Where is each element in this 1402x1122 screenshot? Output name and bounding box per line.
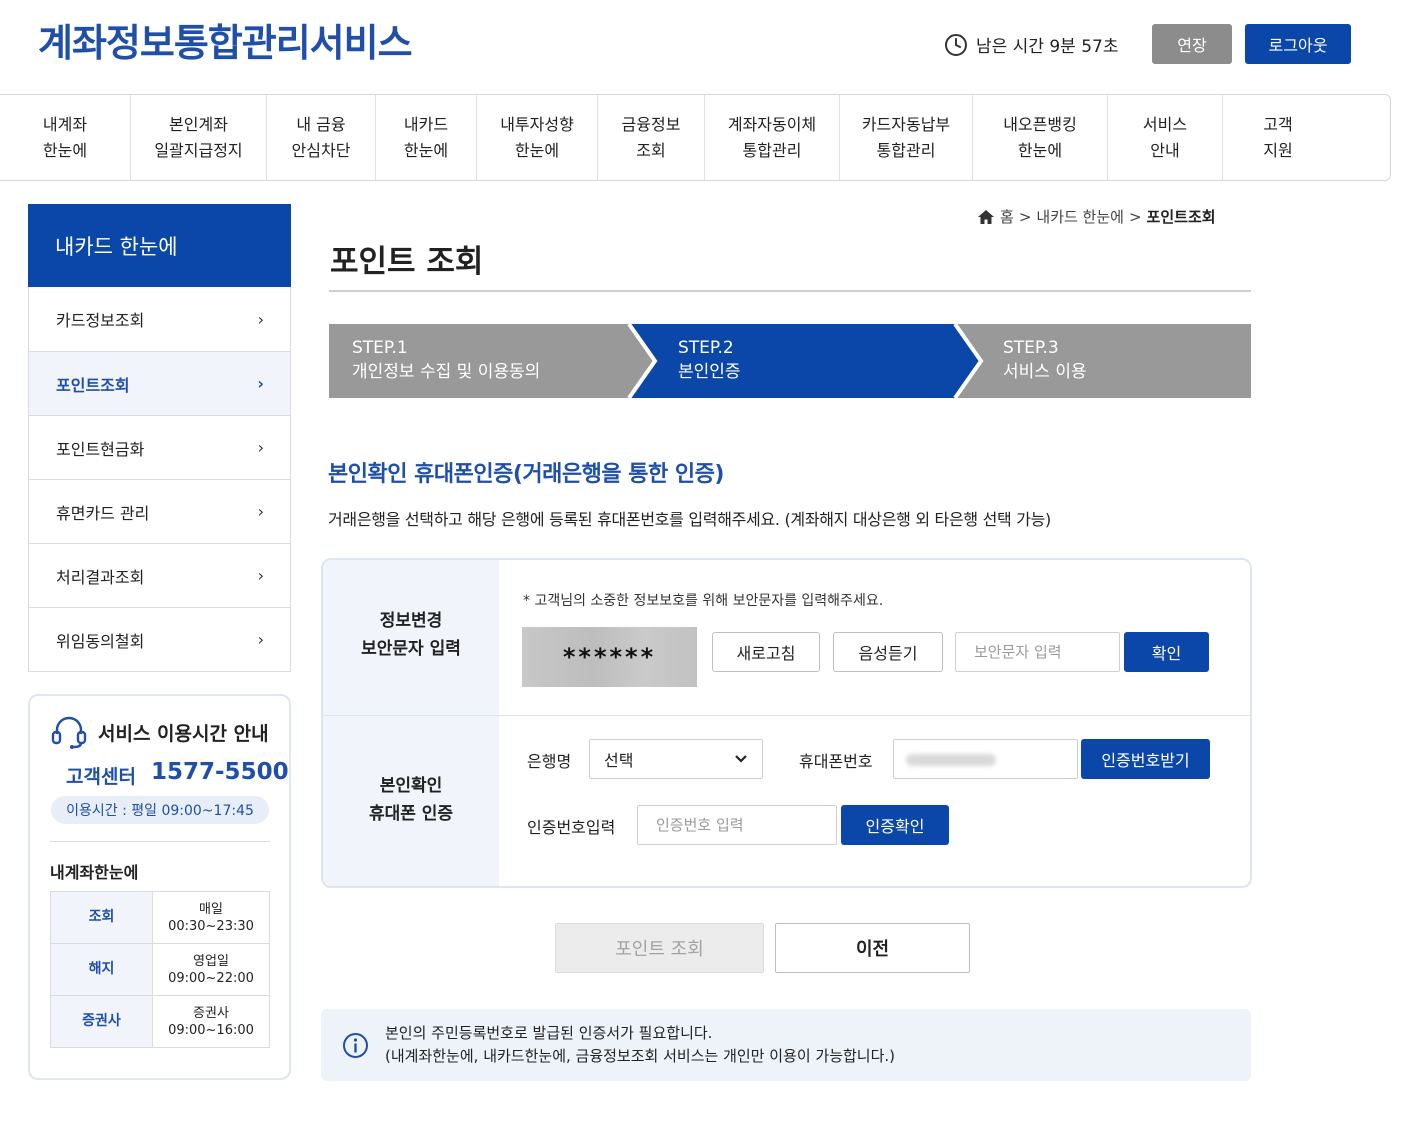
session-timer: 남은 시간 9분 57초: [944, 32, 1119, 57]
chevron-down-icon: [735, 755, 747, 763]
chevron-right-icon: ›: [257, 374, 264, 393]
certificate-notice: 본인의 주민등록번호로 발급된 인증서가 필요합니다. (내계좌한눈에, 내카드…: [321, 1009, 1251, 1081]
hours-value: 영업일 09:00~22:00: [152, 943, 270, 996]
points-inquiry-button[interactable]: 포인트 조회: [555, 923, 764, 973]
extend-session-button[interactable]: 연장: [1152, 24, 1232, 64]
chevron-right-icon: ›: [257, 566, 264, 585]
nav-item-investment-profile[interactable]: 내투자성향 한눈에: [477, 95, 598, 180]
home-icon[interactable]: [977, 209, 995, 225]
nav-item-finance-block[interactable]: 내 금융 안심차단: [267, 95, 376, 180]
hours-key: 조회: [50, 891, 153, 944]
masked-phone: [906, 754, 996, 766]
captcha-input[interactable]: [955, 632, 1120, 672]
info-icon: [343, 1033, 368, 1058]
page-title: 포인트 조회: [330, 244, 484, 280]
breadcrumb-current: 포인트조회: [1146, 208, 1216, 226]
code-label: 인증번호입력: [527, 818, 616, 837]
call-center-number[interactable]: 1577-5500: [151, 759, 289, 785]
nav-item-open-banking[interactable]: 내오픈뱅킹 한눈에: [973, 95, 1108, 180]
captcha-audio-button[interactable]: 음성듣기: [833, 632, 943, 672]
sidebar-item-label: 포인트조회: [56, 375, 130, 395]
chevron-right-icon: ›: [257, 309, 264, 329]
nav-item-my-accounts[interactable]: 내계좌 한눈에: [0, 95, 131, 180]
sidebar-item-dormant-cards[interactable]: 휴면카드 관리 ›: [29, 479, 290, 543]
sidebar-item-label: 처리결과조회: [56, 567, 145, 587]
sidebar-item-points[interactable]: 포인트조회 ›: [29, 351, 290, 415]
nav-item-service-guide[interactable]: 서비스 안내: [1108, 95, 1223, 180]
step-indicator: STEP.1 개인정보 수집 및 이용동의 STEP.2 본인인증 STEP.3…: [329, 324, 1251, 398]
phone-input[interactable]: [893, 739, 1078, 779]
section-description: 거래은행을 선택하고 해당 은행에 등록된 휴대폰번호를 입력해주세요. (계좌…: [328, 510, 1052, 529]
call-center-label: 고객센터: [66, 766, 136, 788]
sidebar-item-consent-withdraw[interactable]: 위임동의철회 ›: [29, 607, 290, 671]
hours-subtitle: 내계좌한눈에: [50, 863, 139, 882]
sidebar-item-label: 포인트현금화: [56, 439, 145, 459]
step-3-shape: [955, 324, 1251, 398]
sidebar-title: 내카드 한눈에: [28, 204, 291, 287]
notice-text: 본인의 주민등록번호로 발급된 인증서가 필요합니다. (내계좌한눈에, 내카드…: [385, 1024, 896, 1065]
verification-form: 정보변경 보안문자 입력 * 고객님의 소중한 정보보호를 위해 보안문자를 입…: [321, 558, 1252, 888]
table-row: 해지 영업일 09:00~22:00: [50, 943, 270, 996]
breadcrumb-separator: >: [1018, 207, 1032, 226]
captcha-row-label: 정보변경 보안문자 입력: [361, 611, 461, 659]
step-1: STEP.1 개인정보 수집 및 이용동의: [352, 338, 541, 382]
nav-item-account-suspend[interactable]: 본인계좌 일괄지급정지: [131, 95, 267, 180]
breadcrumb-home[interactable]: 홈: [1000, 206, 1014, 227]
captcha-notice: * 고객님의 소중한 정보보호를 위해 보안문자를 입력해주세요.: [523, 593, 884, 609]
code-input[interactable]: [637, 805, 837, 845]
table-row: 조회 매일 00:30~23:30: [50, 891, 270, 944]
hours-value: 증권사 09:00~16:00: [152, 995, 270, 1048]
breadcrumb: 홈 > 내카드 한눈에 > 포인트조회: [977, 206, 1216, 227]
sidebar-item-label: 카드정보조회: [56, 311, 145, 330]
clock-icon: [945, 33, 967, 56]
service-hours-pill: 이용시간 : 평일 09:00~17:45: [51, 796, 269, 824]
service-hours-box: 서비스 이용시간 안내 고객센터 1577-5500 이용시간 : 평일 09:…: [28, 694, 291, 1080]
nav-item-auto-transfer[interactable]: 계좌자동이체 통합관리: [705, 95, 840, 180]
nav-item-my-cards[interactable]: 내카드 한눈에: [376, 95, 477, 180]
timer-text: 남은 시간 9분 57초: [976, 37, 1119, 57]
chevron-right-icon: ›: [257, 438, 264, 457]
top-navigation: 내계좌 한눈에 본인계좌 일괄지급정지 내 금융 안심차단 내카드 한눈에 내투…: [0, 94, 1391, 181]
sidebar-item-points-cash[interactable]: 포인트현금화 ›: [29, 415, 290, 479]
site-logo[interactable]: 계좌정보통합관리서비스: [38, 12, 413, 67]
chevron-right-icon: ›: [257, 630, 264, 649]
breadcrumb-separator: >: [1128, 207, 1142, 226]
divider: [50, 841, 270, 842]
captcha-image: ******: [522, 627, 697, 687]
hours-key: 해지: [50, 943, 153, 996]
bank-label: 은행명: [527, 752, 572, 771]
chevron-right-icon: ›: [257, 502, 264, 521]
request-code-button[interactable]: 인증번호받기: [1081, 739, 1210, 779]
bank-select[interactable]: 선택: [589, 739, 763, 779]
captcha-confirm-button[interactable]: 확인: [1124, 632, 1209, 672]
sidebar-item-card-info[interactable]: 카드정보조회 ›: [29, 287, 290, 351]
hours-table: 조회 매일 00:30~23:30 해지 영업일 09:00~22:00 증권사…: [50, 891, 270, 1048]
sidebar-item-label: 위임동의철회: [56, 631, 145, 651]
headset-icon: [51, 716, 87, 749]
step-3: STEP.3 서비스 이용: [1003, 338, 1087, 382]
sidebar-menu: 카드정보조회 › 포인트조회 › 포인트현금화 › 휴면카드 관리 › 처리결과…: [28, 287, 291, 672]
captcha-refresh-button[interactable]: 새로고침: [712, 632, 820, 672]
sidebar-item-label: 휴면카드 관리: [56, 503, 150, 523]
section-title: 본인확인 휴대폰인증(거래은행을 통한 인증): [328, 462, 724, 487]
phone-label: 휴대폰번호: [799, 752, 873, 771]
row-divider: [323, 715, 1250, 716]
nav-item-card-auto-pay[interactable]: 카드자동납부 통합관리: [840, 95, 973, 180]
breadcrumb-parent[interactable]: 내카드 한눈에: [1036, 206, 1124, 227]
auth-row-label: 본인확인 휴대폰 인증: [368, 776, 454, 824]
hours-value: 매일 00:30~23:30: [152, 891, 270, 944]
step-2: STEP.2 본인인증: [678, 338, 741, 382]
nav-item-finance-info[interactable]: 금융정보 조회: [598, 95, 705, 180]
logout-button[interactable]: 로그아웃: [1245, 24, 1351, 64]
verify-code-button[interactable]: 인증확인: [841, 805, 949, 845]
nav-item-customer-support[interactable]: 고객 지원: [1223, 95, 1333, 180]
sidebar-item-results[interactable]: 처리결과조회 ›: [29, 543, 290, 607]
title-divider: [329, 290, 1251, 292]
table-row: 증권사 증권사 09:00~16:00: [50, 995, 270, 1048]
bank-select-value: 선택: [604, 751, 634, 770]
hours-key: 증권사: [50, 995, 153, 1048]
service-hours-title: 서비스 이용시간 안내: [50, 714, 269, 750]
previous-button[interactable]: 이전: [775, 923, 970, 973]
